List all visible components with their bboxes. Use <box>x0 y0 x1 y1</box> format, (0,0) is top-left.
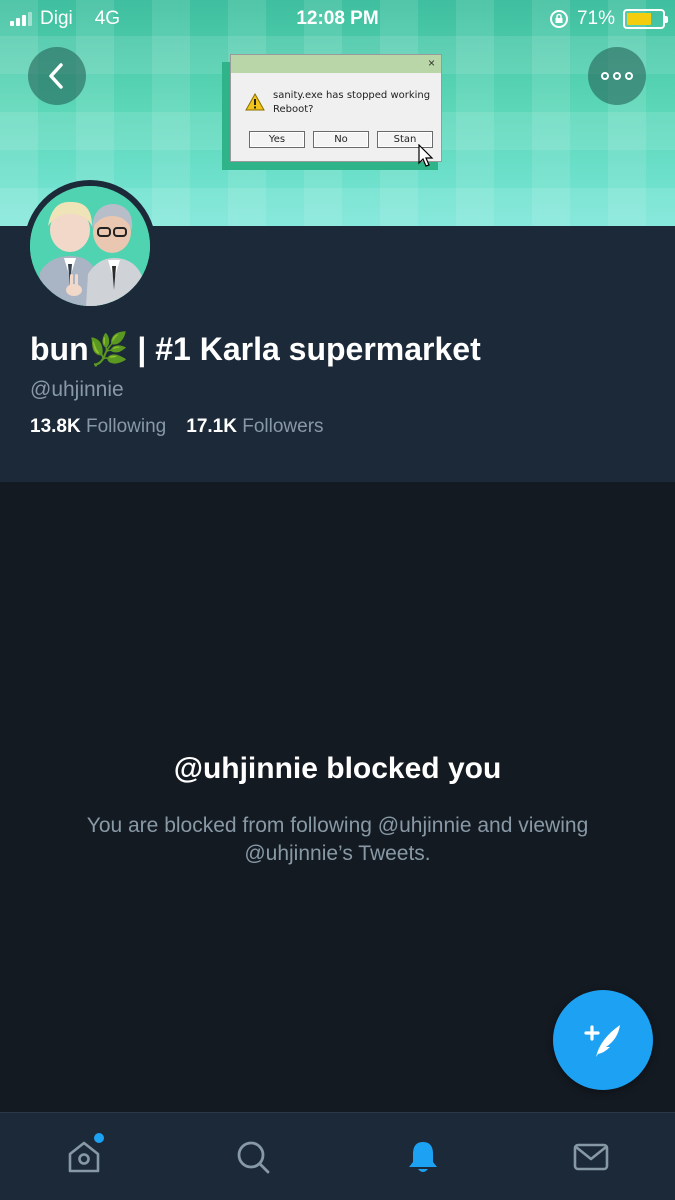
chevron-left-icon <box>49 63 63 89</box>
error-dialog-graphic: × sanity.exe has stopped working Reboot?… <box>230 54 442 162</box>
tab-home[interactable] <box>60 1133 108 1181</box>
blocked-description: You are blocked from following @uhjinnie… <box>86 814 589 865</box>
dialog-message-line1: sanity.exe has stopped working <box>273 90 431 101</box>
compose-tweet-icon <box>584 1025 620 1057</box>
tab-notifications[interactable] <box>399 1133 447 1181</box>
avatar-photo <box>30 186 150 306</box>
profile-stats: 13.8K Following 17.1K Followers <box>30 416 324 438</box>
profile-display-name: bun🌿 | #1 Karla supermarket <box>30 331 481 367</box>
dialog-close-icon: × <box>427 56 435 70</box>
bottom-tab-bar <box>0 1112 675 1200</box>
home-icon <box>68 1141 100 1173</box>
mouse-cursor-icon <box>418 144 434 167</box>
following-stat[interactable]: 13.8K Following <box>30 416 166 438</box>
followers-label: Followers <box>242 416 324 437</box>
rotation-lock-icon <box>549 10 568 28</box>
status-bar: Digi 4G 12:08 PM 71% <box>0 0 675 38</box>
tab-search[interactable] <box>229 1133 277 1181</box>
blocked-title: @uhjinnie blocked you <box>173 752 502 785</box>
dialog-yes-button: Yes <box>249 131 305 148</box>
battery-percent: 71% <box>576 8 615 29</box>
profile-avatar[interactable] <box>24 180 156 312</box>
dialog-message-line2: Reboot? <box>273 104 314 115</box>
following-label: Following <box>85 416 167 437</box>
compose-tweet-button[interactable] <box>553 990 653 1090</box>
notifications-bell-icon <box>409 1142 437 1172</box>
battery-level-fill <box>627 13 652 25</box>
home-notification-dot <box>94 1133 104 1143</box>
followers-stat[interactable]: 17.1K Followers <box>186 416 323 438</box>
warning-icon <box>245 93 265 111</box>
followers-count: 17.1K <box>186 416 237 437</box>
messages-envelope-icon <box>573 1143 609 1171</box>
search-icon <box>237 1141 270 1174</box>
dialog-no-button: No <box>313 131 369 148</box>
profile-handle: @uhjinnie <box>30 378 124 401</box>
tab-messages[interactable] <box>567 1133 615 1181</box>
more-options-button[interactable] <box>588 47 646 105</box>
more-dots-icon <box>601 72 633 80</box>
back-button[interactable] <box>28 47 86 105</box>
battery-icon <box>623 9 668 29</box>
dialog-titlebar: × <box>231 55 441 73</box>
following-count: 13.8K <box>30 416 81 437</box>
